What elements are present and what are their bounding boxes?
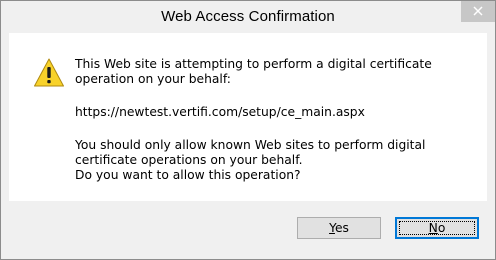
message-line-warning: You should only allow known Web sites to… [75,138,426,167]
warning-triangle-icon [34,58,64,87]
yes-button-label: Yes [329,221,349,235]
close-x-icon [473,6,483,16]
title-bar[interactable]: Web Access Confirmation [1,1,495,33]
message-line-operation: This Web site is attempting to perform a… [75,57,432,86]
message-line-question: Do you want to allow this operation? [75,168,301,182]
yes-label-rest: es [334,221,349,235]
no-label-rest: o [437,221,446,235]
close-button[interactable] [461,1,495,22]
dialog-window: Web Access Confirmation This Web site is… [0,0,496,260]
button-bar: Yes No [9,201,487,253]
message-panel: This Web site is attempting to perform a… [9,33,487,201]
message-text: This Web site is attempting to perform a… [75,57,475,183]
no-button-label: No [429,221,446,235]
yes-button[interactable]: Yes [297,217,381,239]
window-title: Web Access Confirmation [161,8,335,25]
no-button[interactable]: No [395,217,479,239]
site-url: https://newtest.vertifi.com/setup/ce_mai… [75,105,365,119]
no-mnemonic: N [428,221,438,235]
